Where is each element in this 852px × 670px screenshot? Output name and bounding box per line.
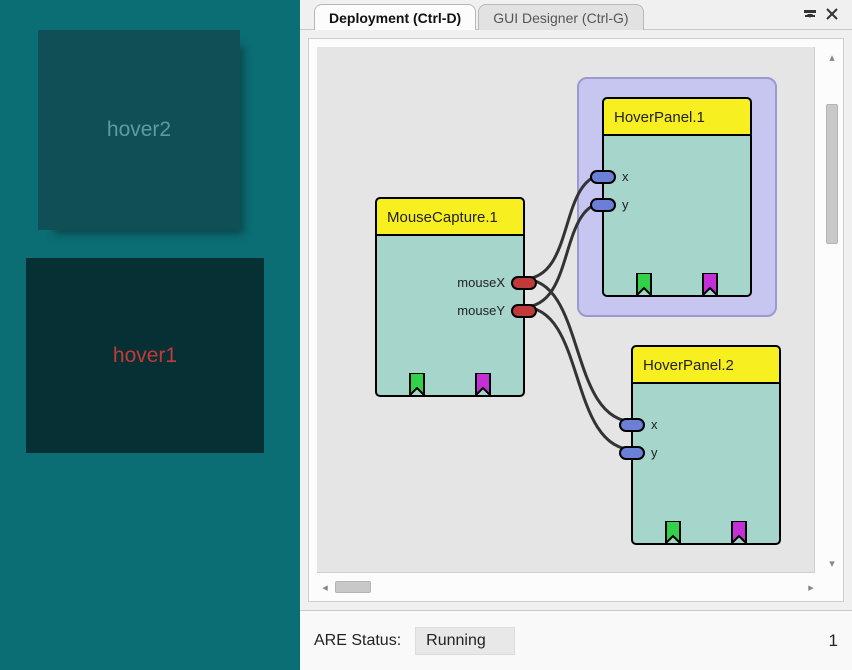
port-label-hp2-y: y	[651, 445, 658, 460]
port-in-hp2-x[interactable]	[619, 418, 645, 432]
horizontal-scroll-thumb[interactable]	[335, 581, 371, 593]
vertical-scrollbar[interactable]: ▴ ▾	[825, 49, 839, 571]
scroll-right-icon[interactable]: ▸	[803, 579, 819, 595]
tab-gui-designer-label: GUI Designer (Ctrl-G)	[493, 10, 628, 26]
block-hoverpanel-2[interactable]: HoverPanel.2 x y	[631, 345, 781, 545]
flag-magenta-icon	[730, 521, 748, 545]
port-out-mousey[interactable]	[511, 304, 537, 318]
port-in-hp1-x[interactable]	[590, 170, 616, 184]
preview-pane: hover2 hover1	[0, 0, 300, 670]
port-label-hp1-x: x	[622, 169, 629, 184]
tab-gui-designer[interactable]: GUI Designer (Ctrl-G)	[478, 4, 643, 30]
vertical-scroll-thumb[interactable]	[826, 104, 838, 244]
block-mousecapture-flags	[377, 373, 523, 397]
tab-deployment[interactable]: Deployment (Ctrl-D)	[314, 4, 476, 30]
port-out-mousex[interactable]	[511, 276, 537, 290]
block-mousecapture-title: MouseCapture.1	[377, 199, 523, 236]
flag-green-icon	[408, 373, 426, 397]
canvas-frame: MouseCapture.1 mouseX mouseY	[308, 38, 844, 602]
scroll-up-icon[interactable]: ▴	[825, 49, 839, 65]
tab-deployment-label: Deployment (Ctrl-D)	[329, 10, 461, 26]
hover-panel-1-label: hover1	[113, 344, 177, 368]
status-label: ARE Status:	[314, 632, 401, 650]
hover-panel-2-label: hover2	[107, 118, 171, 142]
tab-strip: Deployment (Ctrl-D) GUI Designer (Ctrl-G…	[300, 0, 852, 30]
canvas[interactable]: MouseCapture.1 mouseX mouseY	[317, 47, 815, 573]
minimize-icon[interactable]	[802, 6, 818, 22]
port-in-hp2-y[interactable]	[619, 446, 645, 460]
block-hoverpanel-2-title: HoverPanel.2	[633, 347, 779, 384]
block-hoverpanel-2-flags	[633, 521, 779, 545]
status-bar: ARE Status: Running 1	[300, 610, 852, 670]
status-value: Running	[415, 627, 515, 655]
flag-magenta-icon	[701, 273, 719, 297]
close-icon[interactable]	[824, 6, 840, 22]
hover-panel-1[interactable]: hover1	[26, 258, 264, 453]
status-trail: 1	[829, 631, 838, 651]
port-label-mousex: mouseX	[457, 275, 505, 290]
port-label-mousey: mouseY	[457, 303, 505, 318]
hover-panel-2[interactable]: hover2	[38, 30, 240, 230]
block-hoverpanel-1-title: HoverPanel.1	[604, 99, 750, 136]
horizontal-scrollbar[interactable]: ◂ ▸	[317, 579, 819, 595]
block-hoverpanel-1-flags	[604, 273, 750, 297]
port-label-hp1-y: y	[622, 197, 629, 212]
block-mousecapture[interactable]: MouseCapture.1 mouseX mouseY	[375, 197, 525, 397]
block-hoverpanel-1[interactable]: HoverPanel.1 x y	[602, 97, 752, 297]
designer-pane: Deployment (Ctrl-D) GUI Designer (Ctrl-G…	[300, 0, 852, 670]
flag-green-icon	[664, 521, 682, 545]
port-in-hp1-y[interactable]	[590, 198, 616, 212]
port-label-hp2-x: x	[651, 417, 658, 432]
flag-green-icon	[635, 273, 653, 297]
scroll-down-icon[interactable]: ▾	[825, 555, 839, 571]
scroll-left-icon[interactable]: ◂	[317, 579, 333, 595]
tab-tools	[802, 6, 840, 22]
flag-magenta-icon	[474, 373, 492, 397]
